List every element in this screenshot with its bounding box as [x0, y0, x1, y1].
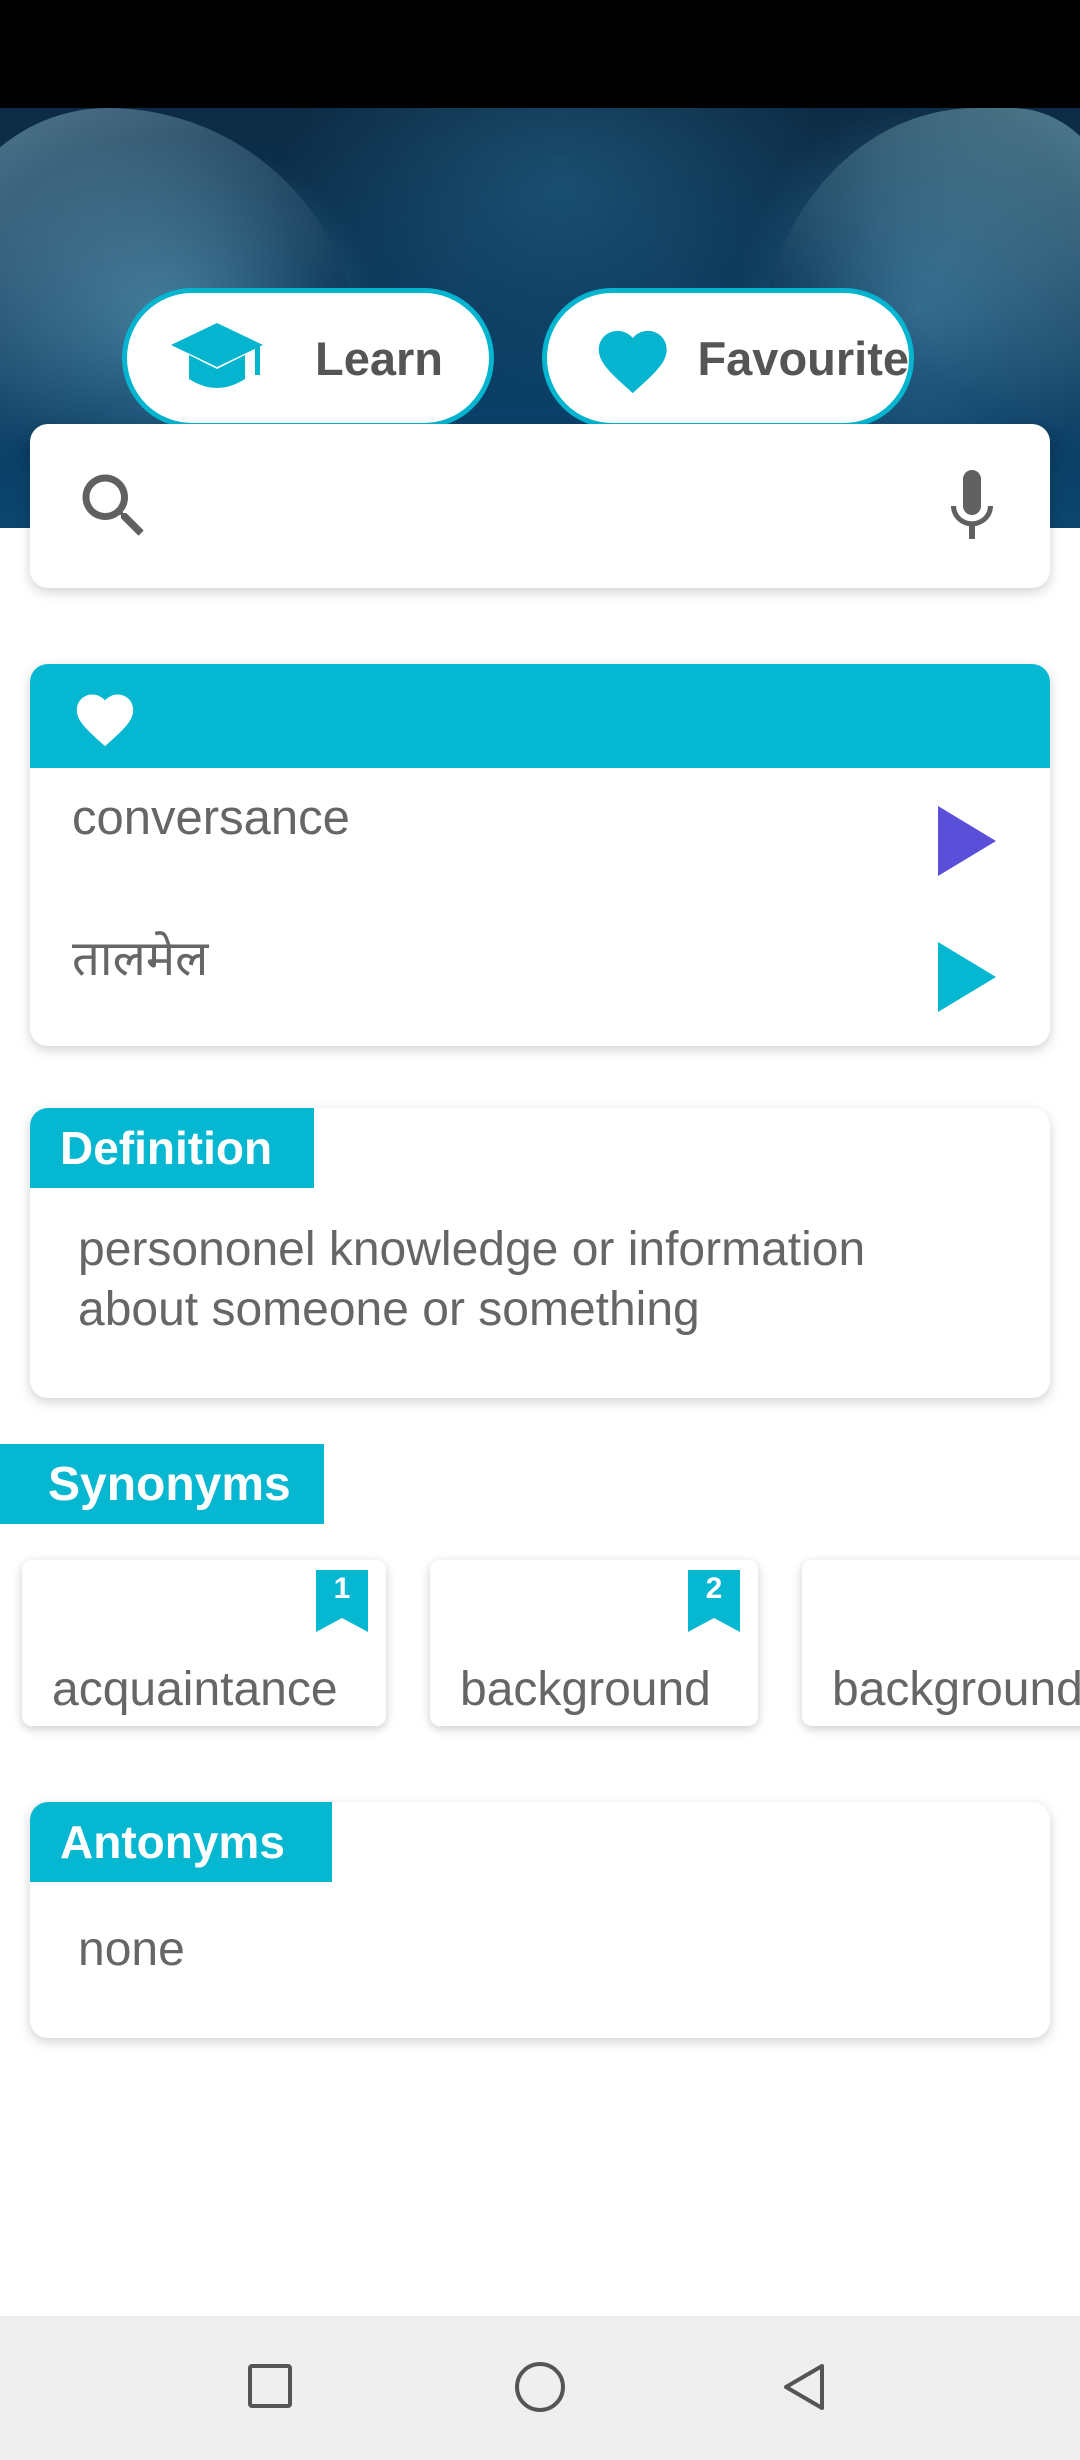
triangle-back-icon[interactable] [780, 2362, 830, 2412]
square-icon[interactable] [246, 2362, 296, 2412]
word-card: conversance तालमेल [30, 664, 1050, 1046]
definition-card: Definition persononel knowledge or infor… [30, 1108, 1050, 1398]
definition-line-1: persononel knowledge or information [78, 1223, 866, 1276]
synonyms-list[interactable]: 1 acquaintance 2 background background [0, 1548, 1080, 1760]
synonym-chip[interactable]: 2 background [430, 1560, 758, 1726]
system-nav-bar [0, 2316, 1080, 2460]
circle-icon[interactable] [513, 2360, 567, 2414]
word-card-header [30, 664, 1050, 768]
graduation-cap-icon [171, 323, 263, 388]
favourite-button[interactable]: Favourite [542, 288, 914, 428]
definition-tag: Definition [30, 1108, 314, 1188]
definition-line-2: about someone or something [78, 1283, 700, 1336]
favourite-label: Favourite [697, 331, 909, 385]
status-bar [0, 0, 1080, 108]
learn-label: Learn [315, 331, 443, 385]
heart-icon [598, 330, 667, 394]
learn-button[interactable]: Learn [122, 288, 494, 428]
synonym-word: background [460, 1663, 711, 1716]
synonym-number: 1 [333, 1572, 351, 1605]
hindi-word: तालमेल [72, 932, 209, 986]
antonyms-text: none [78, 1923, 185, 1976]
play-english-icon[interactable] [938, 806, 996, 876]
synonym-word: acquaintance [52, 1663, 338, 1716]
synonym-word: background [832, 1663, 1080, 1716]
favourite-heart-icon[interactable] [70, 686, 140, 748]
mic-icon[interactable] [936, 464, 1008, 548]
definition-text: persononel knowledge or information abou… [78, 1220, 865, 1340]
antonyms-tag: Antonyms [30, 1802, 332, 1882]
english-word: conversance [72, 791, 350, 845]
synonym-chip[interactable]: 1 acquaintance [22, 1560, 386, 1726]
synonyms-heading: Synonyms [0, 1444, 324, 1524]
search-icon[interactable] [72, 464, 156, 548]
synonym-number: 2 [705, 1572, 723, 1605]
play-hindi-icon[interactable] [938, 942, 996, 1012]
search-bar [30, 424, 1050, 588]
antonyms-card: Antonyms none [30, 1802, 1050, 2038]
search-input[interactable] [180, 464, 944, 550]
synonym-chip[interactable]: background [802, 1560, 1080, 1726]
